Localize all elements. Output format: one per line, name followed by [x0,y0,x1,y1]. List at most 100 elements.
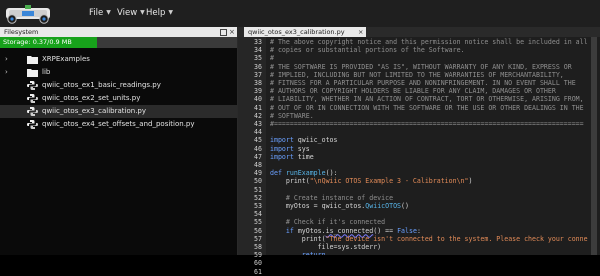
code-line: myOtos = qwiic_otos.QwiicOTOS() [270,202,409,210]
file-name: qwiic_otos_ex4_set_offsets_and_position.… [42,120,195,128]
code-token: sys [293,144,310,153]
file-item[interactable]: qwiic_otos_ex4_set_offsets_and_position.… [0,118,237,131]
scrollbar-thumb[interactable] [591,37,597,255]
code-line: # The above copyright notice and this pe… [270,38,588,46]
line-number: 59 [254,251,262,260]
line-number: 40 [254,95,262,104]
line-number: 54 [254,210,262,219]
menu-file-label: File [89,8,104,18]
file-item[interactable]: qwiic_otos_ex1_basic_readings.py [0,79,237,92]
folder-item[interactable]: › lib [0,66,237,79]
line-number: 61 [254,267,262,276]
code-line: file=sys.stderr) [270,243,382,251]
menu-help[interactable]: Help ▼ [146,8,173,18]
file-item[interactable]: qwiic_otos_ex2_set_units.py [0,92,237,105]
code-line: # copies or substantial portions of the … [270,46,465,54]
code-token: if [285,226,294,235]
line-number: 36 [254,62,262,71]
line-number: 39 [254,87,262,96]
tab-qwiic-otos-ex3-calibration[interactable]: qwiic_otos_ex3_calibration.py × [244,27,366,37]
code-token: QwiicOTOS [365,202,402,210]
menu-view[interactable]: View ▼ [117,8,145,18]
code-token: myOtos. [293,226,326,235]
code-token: # copies or substantial portions of the … [270,46,465,55]
code-line: #=======================================… [270,120,584,128]
code-token: (): [325,169,338,178]
line-number: 41 [254,103,262,112]
code-token: import [270,144,294,153]
code-token: # SOFTWARE. [270,111,314,120]
code-editor: qwiic_otos_ex3_calibration.py × 33 34 35 36… [238,27,600,276]
chevron-down-icon: ▼ [168,9,174,16]
folder-item[interactable]: › XRPExamples [0,53,237,66]
line-number: 51 [254,185,262,194]
code-token: file=sys.stderr) [270,243,382,251]
file-item[interactable]: qwiic_otos_ex3_calibration.py [0,105,237,118]
code-line: # FITNESS FOR A PARTICULAR PURPOSE AND N… [270,79,576,87]
maximize-icon[interactable] [220,29,227,36]
code-token: "\nQwiic OTOS Example 3 - Calibration\n" [309,177,469,186]
code-token: import [270,152,294,161]
code-token: "The device isn't connected to the syste… [325,234,588,243]
code-token: is_connected [325,226,374,235]
code-line: # Create instance of device [270,194,393,202]
code-token: import [270,136,294,145]
close-icon[interactable]: × [229,28,235,36]
code-line: def runExample(): [270,169,338,177]
code-line: # IMPLIED, INCLUDING BUT NOT LIMITED TO … [270,71,564,79]
close-tab-icon[interactable]: × [358,27,363,37]
code-line: return [270,251,326,255]
folder-name: XRPExamples [42,55,90,63]
folder-icon [27,56,38,64]
code-line: import time [270,153,314,161]
python-file-icon [27,107,38,116]
python-file-icon [27,94,38,103]
code-token: myOtos = qwiic_otos. [270,202,366,210]
line-number: 33 [254,38,262,46]
code-area[interactable]: # The above copyright notice and this pe… [266,37,588,255]
code-token: () == [373,226,398,235]
vertical-scrollbar[interactable] [588,37,600,255]
code-line: # [270,54,274,62]
code-line: # AUTHORS OR COPYRIGHT HOLDERS BE LIABLE… [270,87,556,95]
code-token: # LIABILITY, WHETHER IN AN ACTION OF CON… [270,95,584,104]
file-name: qwiic_otos_ex2_set_units.py [42,94,141,102]
code-line: import sys [270,145,310,153]
code-token: # THE SOFTWARE IS PROVIDED "AS IS", WITH… [270,62,572,71]
xrp-robot-logo [6,5,50,24]
code-token: print( [270,177,310,186]
filesystem-panel: Filesystem × Storage: 0.37/0.9 MB › XRPEx… [0,27,238,255]
editor-tab-bar: qwiic_otos_ex3_calibration.py × [238,27,600,37]
filesystem-title: Filesystem [4,28,39,36]
line-number: 50 [254,177,262,186]
code-token: # AUTHORS OR COPYRIGHT HOLDERS BE LIABLE… [270,87,556,96]
code-token: ) [468,177,473,186]
folder-name: lib [42,68,51,76]
code-token: : [416,226,421,235]
line-number: 53 [254,202,262,210]
code-token: runExample [281,169,326,178]
code-token: #=======================================… [270,120,584,128]
code-line: # LIABILITY, WHETHER IN AN ACTION OF CON… [270,95,584,103]
chevron-right-icon[interactable]: › [5,53,8,66]
line-number: 35 [254,54,262,63]
storage-bar: Storage: 0.37/0.9 MB [0,37,237,48]
line-number: 45 [254,136,262,145]
tab-label: qwiic_otos_ex3_calibration.py [248,28,345,36]
code-line: # THE SOFTWARE IS PROVIDED "AS IS", WITH… [270,63,572,71]
line-number: 48 [254,161,262,169]
file-name: qwiic_otos_ex3_calibration.py [42,107,147,115]
line-number-gutter: 33 34 35 36 37 38 39 40 41 42 43 44 45 46 47 48 49 50 51 52… [238,37,266,276]
line-number: 56 [254,226,262,235]
line-number: 57 [254,234,262,243]
code-token: # Create instance of device [270,193,394,202]
file-name: qwiic_otos_ex1_basic_readings.py [42,81,161,89]
code-token: # FITNESS FOR A PARTICULAR PURPOSE AND N… [270,79,576,87]
chevron-right-icon[interactable]: › [5,66,8,79]
code-line: # SOFTWARE. [270,112,314,120]
code-token: qwiic_otos [293,136,338,145]
code-token: # IMPLIED, INCLUDING BUT NOT LIMITED TO … [270,70,564,79]
code-line: print("The device isn't connected to the… [270,235,588,243]
menu-file[interactable]: File ▼ [89,8,111,18]
